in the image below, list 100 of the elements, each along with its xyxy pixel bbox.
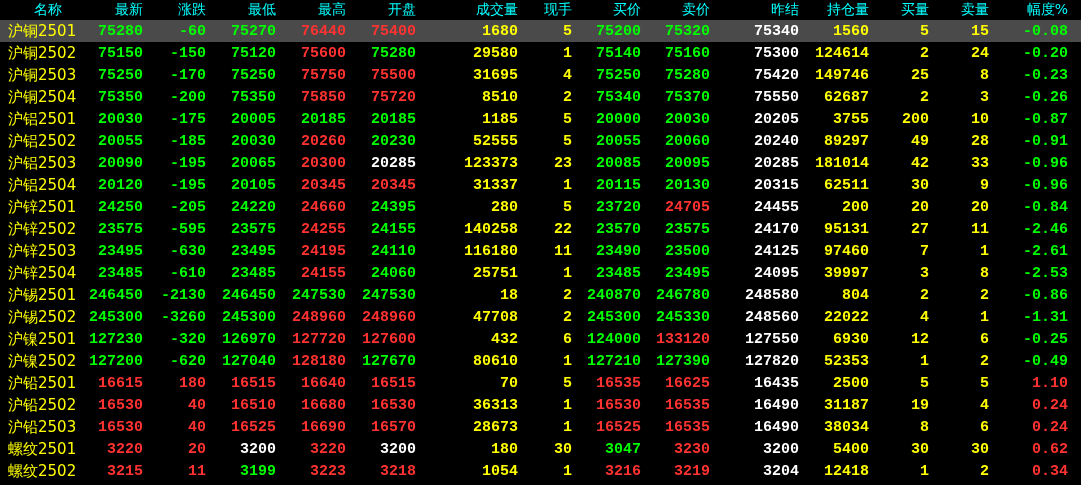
table-cell: 75200 xyxy=(596,22,641,40)
table-cell: 1 xyxy=(920,462,929,480)
table-cell: 75350 xyxy=(231,88,276,106)
table-cell: -195 xyxy=(170,154,206,172)
column-header: 买价 xyxy=(612,1,641,19)
table-cell: 20000 xyxy=(596,110,641,128)
table-cell: -0.91 xyxy=(1023,132,1068,150)
table-cell: 1 xyxy=(563,176,572,194)
table-cell: 11 xyxy=(971,220,989,238)
table-cell: 75850 xyxy=(301,88,346,106)
table-cell: 75370 xyxy=(665,88,710,106)
table-cell: 75400 xyxy=(371,22,416,40)
table-cell: 180 xyxy=(491,440,518,458)
table-cell: 24110 xyxy=(371,242,416,260)
column-header: 名称 xyxy=(32,1,63,19)
table-cell: 75500 xyxy=(371,66,416,84)
table-cell: 20105 xyxy=(231,176,276,194)
contract-name: 沪铅2502 xyxy=(7,395,77,415)
table-cell: -2.61 xyxy=(1023,242,1068,260)
table-cell: 20130 xyxy=(665,176,710,194)
table-cell: 20065 xyxy=(231,154,276,172)
table-cell: 15 xyxy=(971,22,989,40)
table-cell: 16530 xyxy=(596,396,641,414)
table-cell: 2 xyxy=(980,286,989,304)
table-cell: 127200 xyxy=(89,352,143,370)
table-cell: 27 xyxy=(911,220,929,238)
table-cell: 75420 xyxy=(754,66,799,84)
contract-name: 沪铜2502 xyxy=(7,43,77,63)
table-cell: 11 xyxy=(554,242,572,260)
table-cell: 20230 xyxy=(371,132,416,150)
table-cell: 24660 xyxy=(301,198,346,216)
table-cell: 16535 xyxy=(596,374,641,392)
contract-name: 沪锡2502 xyxy=(7,307,77,327)
table-cell: 30 xyxy=(554,440,572,458)
table-cell: 19 xyxy=(911,396,929,414)
table-cell: 16435 xyxy=(754,374,799,392)
table-cell: 18 xyxy=(500,286,518,304)
table-cell: 24 xyxy=(971,44,989,62)
quote-row[interactable]: 沪铜2501 75280 -60 75270 76440 75400 1680 5 75200 75320 75340 1560 5 15 -0.08 xyxy=(0,20,1081,42)
column-header: 持仓量 xyxy=(826,1,869,19)
table-cell: 127720 xyxy=(292,330,346,348)
table-cell: 24060 xyxy=(371,264,416,282)
table-cell: 20005 xyxy=(231,110,276,128)
table-cell: 97460 xyxy=(824,242,869,260)
table-cell: 4 xyxy=(980,396,989,414)
table-cell: 127550 xyxy=(745,330,799,348)
table-cell: 5 xyxy=(563,110,572,128)
table-cell: 8 xyxy=(980,264,989,282)
table-cell: 5 xyxy=(563,132,572,150)
table-cell: 247530 xyxy=(362,286,416,304)
contract-name: 沪镍2501 xyxy=(7,329,77,349)
table-cell: 30 xyxy=(911,440,929,458)
table-cell: 23575 xyxy=(98,220,143,238)
table-cell: 5 xyxy=(563,22,572,40)
table-cell: -0.20 xyxy=(1023,44,1068,62)
table-cell: 75160 xyxy=(665,44,710,62)
table-cell: 246450 xyxy=(89,286,143,304)
contract-name: 沪锌2503 xyxy=(7,241,77,261)
contract-name: 沪铜2503 xyxy=(7,65,77,85)
table-cell: -60 xyxy=(179,22,206,40)
contract-name: 沪铝2503 xyxy=(7,153,77,173)
table-cell: 28673 xyxy=(473,418,518,436)
table-cell: 1054 xyxy=(482,462,518,480)
table-cell: 75340 xyxy=(754,22,799,40)
table-cell: 23485 xyxy=(98,264,143,282)
table-cell: 3223 xyxy=(310,462,346,480)
table-cell: 22022 xyxy=(824,308,869,326)
table-cell: 127390 xyxy=(656,352,710,370)
table-cell: 22 xyxy=(554,220,572,238)
table-cell: 20285 xyxy=(371,154,416,172)
table-cell: -150 xyxy=(170,44,206,62)
table-cell: 20030 xyxy=(98,110,143,128)
table-cell: 1 xyxy=(980,308,989,326)
table-cell: 16490 xyxy=(754,418,799,436)
table-cell: 23500 xyxy=(665,242,710,260)
table-cell: 16490 xyxy=(754,396,799,414)
table-cell: 3220 xyxy=(310,440,346,458)
table-cell: 127230 xyxy=(89,330,143,348)
table-cell: 8 xyxy=(980,66,989,84)
table-cell: 25751 xyxy=(473,264,518,282)
table-cell: 24255 xyxy=(301,220,346,238)
table-cell: 4 xyxy=(920,308,929,326)
contract-name: 沪铝2504 xyxy=(7,175,77,195)
table-cell: 47708 xyxy=(473,308,518,326)
table-cell: 75280 xyxy=(371,44,416,62)
table-cell: 75250 xyxy=(98,66,143,84)
table-cell: 1.10 xyxy=(1032,374,1068,392)
table-cell: 23720 xyxy=(596,198,641,216)
table-cell: 9 xyxy=(980,176,989,194)
table-cell: 20115 xyxy=(596,176,641,194)
column-header: 最低 xyxy=(247,1,276,19)
table-cell: 248580 xyxy=(745,286,799,304)
table-cell: 28 xyxy=(971,132,989,150)
contract-name: 沪锡2501 xyxy=(7,285,77,305)
table-cell: 16625 xyxy=(665,374,710,392)
table-cell: 124614 xyxy=(815,44,869,62)
table-cell: 245300 xyxy=(587,308,641,326)
table-cell: 127670 xyxy=(362,352,416,370)
table-cell: 127600 xyxy=(362,330,416,348)
table-cell: 2 xyxy=(563,286,572,304)
